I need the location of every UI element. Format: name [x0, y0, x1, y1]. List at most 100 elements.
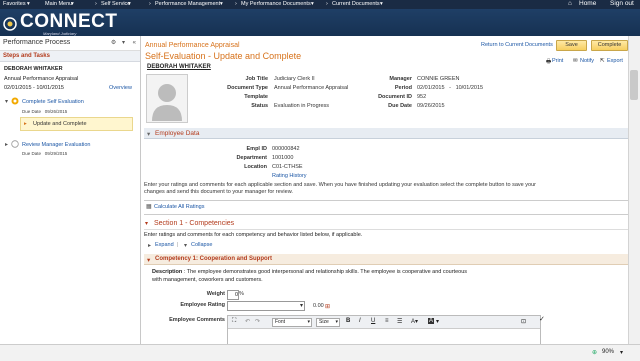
bullet-list-icon[interactable]: ☰ [397, 318, 402, 325]
chevron-down-icon[interactable]: ▾ [27, 1, 30, 7]
manager-value: CONNIE GREEN [417, 76, 460, 82]
section1-header: Section 1 - Competencies [154, 220, 235, 227]
document-type-label: Document Type [227, 85, 268, 91]
employee-comments-label: Employee Comments [169, 317, 225, 323]
location-label: Location [244, 164, 267, 170]
main-menu[interactable]: Main Menu [45, 1, 72, 7]
chevron-down-icon[interactable]: ▾ [128, 1, 131, 7]
return-to-current-documents-link[interactable]: Return to Current Documents [481, 42, 553, 48]
section-collapse-arrow-icon[interactable]: ▾ [145, 220, 148, 227]
resize-icon[interactable]: ⊡ [521, 318, 526, 325]
expand-arrow-icon[interactable]: ▾ [5, 98, 8, 105]
chevron-down-icon[interactable]: ▾ [620, 349, 623, 356]
nav-separator-icon: › [95, 1, 97, 7]
chevron-down-icon[interactable]: ▾ [436, 318, 439, 325]
favorites-menu[interactable]: Favorites [3, 1, 26, 7]
step-review-manager-evaluation[interactable]: Review Manager Evaluation [22, 142, 90, 148]
employee-name-heading: DEBORAH WHITAKER [147, 64, 211, 70]
underline-icon[interactable]: U [371, 318, 375, 324]
expand-icon[interactable]: ▸ [148, 242, 151, 249]
home-icon[interactable]: ⌂ [568, 0, 572, 7]
dropdown-arrow-icon[interactable]: ▾ [300, 302, 303, 309]
menu-icon[interactable]: ▾ [122, 40, 125, 46]
redo-icon[interactable]: ↷ [255, 318, 260, 325]
chevron-down-icon[interactable]: ▾ [311, 1, 314, 7]
document-id-value: 952 [417, 94, 427, 100]
steps-and-tasks-label: Steps and Tasks [3, 53, 50, 59]
overview-link[interactable]: Overview [109, 85, 132, 91]
manager-label: Manager [389, 76, 412, 82]
collapse-panel-icon[interactable]: « [133, 40, 136, 46]
spell-check-icon[interactable]: ✓ [539, 315, 545, 323]
due-date-value: 09/26/2015 [417, 103, 445, 109]
task-label: Update and Complete [33, 121, 87, 127]
print-link[interactable]: Print [552, 58, 563, 64]
weight-input[interactable]: 0 [227, 290, 239, 300]
rating-info-icon[interactable]: ⊞ [325, 303, 330, 310]
period-end: 10/01/2015 [36, 85, 64, 91]
zoom-level[interactable]: 90% [602, 349, 614, 355]
competency-header[interactable]: ▾ Competency 1: Cooperation and Support [144, 254, 628, 265]
calculate-all-ratings-link[interactable]: Calculate All Ratings [154, 204, 204, 210]
my-performance-documents-menu[interactable]: My Performance Documents [241, 1, 311, 7]
collapse-link[interactable]: Collapse [191, 242, 212, 248]
export-icon[interactable]: ⇱ [600, 58, 605, 64]
comments-editor[interactable]: ⛶ ↶ ↷ Font ▾ Size ▾ B I U ≡ ☰ A▾ A ▾ ⊡ [227, 315, 541, 346]
collapse-arrow-icon[interactable]: ▾ [147, 130, 150, 138]
settings-gear-icon[interactable]: ⚙ [111, 40, 116, 46]
notify-link[interactable]: Notify [580, 58, 594, 64]
self-service-menu[interactable]: Self Service [101, 1, 130, 7]
undo-icon[interactable]: ↶ [245, 318, 250, 325]
competency-collapse-arrow-icon[interactable]: ▾ [147, 256, 150, 264]
italic-icon[interactable]: I [359, 318, 361, 324]
sign-out-link[interactable]: Sign out [610, 0, 634, 7]
step-complete-self-evaluation[interactable]: Complete Self Evaluation [22, 99, 84, 105]
employee-data-header[interactable]: ▾ Employee Data [144, 128, 628, 139]
not-started-icon [11, 140, 19, 148]
employee-rating-select[interactable]: ▾ [227, 301, 305, 311]
employee-name: DEBORAH WHITAKER [4, 66, 63, 72]
current-documents-menu[interactable]: Current Documents [332, 1, 380, 7]
period-value: 02/01/2015 - 10/01/2015 [417, 85, 484, 91]
appraisal-type: Annual Performance Appraisal [4, 76, 79, 82]
text-color-icon[interactable]: A▾ [411, 318, 418, 325]
zoom-icon[interactable]: ⊕ [592, 349, 597, 356]
chevron-down-icon[interactable]: ▾ [380, 1, 383, 7]
highlight-color-icon[interactable]: A [428, 318, 435, 324]
period-dates: 02/01/2015 - 10/01/2015 [4, 85, 64, 91]
size-select[interactable]: Size ▾ [316, 318, 340, 327]
department-value: 1001000 [272, 155, 294, 161]
numbered-list-icon[interactable]: ≡ [385, 318, 389, 324]
calculator-icon[interactable]: ▦ [146, 203, 152, 210]
status-label: Status [251, 103, 268, 109]
fullscreen-icon[interactable]: ⛶ [232, 318, 236, 325]
empl-id-value: 000000842 [272, 146, 300, 152]
bold-icon[interactable]: B [346, 318, 350, 324]
font-select[interactable]: Font ▾ [272, 318, 312, 327]
nav-separator-icon: › [235, 1, 237, 7]
header-banner: CONNECT Maryland Judiciary [0, 9, 640, 37]
current-task-arrow-icon: ▸ [24, 121, 27, 127]
step1-due: Due Date 09/26/2015 [22, 109, 68, 114]
save-button[interactable]: Save [556, 40, 587, 51]
appraisal-title: Annual Performance Appraisal [145, 42, 240, 49]
divider [144, 214, 628, 215]
collapsed-arrow-icon[interactable]: ▸ [5, 141, 8, 148]
task-update-and-complete[interactable]: ▸ Update and Complete [20, 117, 133, 131]
complete-button[interactable]: Complete [591, 40, 628, 51]
chevron-down-icon[interactable]: ▾ [71, 1, 74, 7]
scrollbar-thumb[interactable] [630, 70, 638, 100]
chevron-down-icon: ▾ [307, 319, 310, 325]
chevron-down-icon[interactable]: ▾ [220, 1, 223, 7]
home-link[interactable]: Home [579, 0, 596, 7]
expand-link[interactable]: Expand [155, 242, 174, 248]
rating-history-link[interactable]: Rating History [272, 173, 307, 179]
nav-separator-icon: › [326, 1, 328, 7]
print-icon[interactable]: 🖶 [546, 58, 551, 67]
collapse-icon[interactable]: ▾ [184, 242, 187, 249]
export-link[interactable]: Export [607, 58, 623, 64]
chevron-down-icon: ▾ [335, 319, 338, 325]
performance-management-menu[interactable]: Performance Management [155, 1, 220, 7]
notify-icon[interactable]: ✉ [573, 58, 578, 64]
in-progress-icon [11, 97, 19, 105]
